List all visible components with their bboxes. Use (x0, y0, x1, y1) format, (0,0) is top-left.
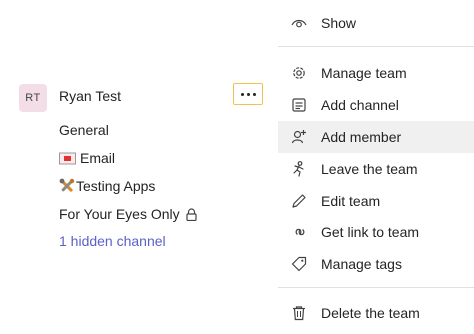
team-name[interactable]: Ryan Test (59, 88, 121, 104)
channel-label: General (59, 122, 109, 138)
gear-icon (290, 64, 308, 82)
more-options-icon (240, 92, 244, 96)
trash-icon (290, 304, 308, 322)
menu-item-label: Add channel (321, 97, 399, 113)
menu-item-add-member[interactable]: Add member (278, 121, 474, 153)
channel-label: Email (80, 150, 116, 166)
link-icon (290, 223, 308, 241)
menu-item-leave-team[interactable]: Leave the team (278, 153, 474, 185)
menu-item-show[interactable]: Show (278, 7, 474, 39)
hidden-channels-label: 1 hidden channel (59, 233, 166, 249)
channel-for-your-eyes-only[interactable]: For Your Eyes Only (59, 206, 197, 222)
menu-item-get-link[interactable]: Get link to team (278, 216, 474, 248)
channel-testing-apps[interactable]: Testing Apps (59, 178, 155, 194)
menu-item-label: Manage tags (321, 256, 402, 272)
menu-item-label: Add member (321, 129, 402, 145)
team-list-panel: RT Ryan Test General Email Testing Apps … (0, 0, 278, 334)
tools-channel-icon (59, 178, 75, 194)
add-person-icon (290, 128, 308, 146)
tag-icon (290, 255, 308, 273)
menu-item-label: Get link to team (321, 224, 420, 240)
channel-label: Testing Apps (76, 178, 156, 194)
channel-email[interactable]: Email (59, 150, 115, 166)
menu-divider (278, 287, 474, 288)
team-context-menu: Show Manage team Add channel Add member … (278, 0, 474, 334)
menu-item-label: Delete the team (321, 305, 420, 321)
more-options-button[interactable] (233, 83, 263, 105)
team-avatar[interactable]: RT (19, 84, 47, 112)
menu-item-label: Manage team (321, 65, 407, 81)
menu-divider (278, 46, 474, 47)
menu-item-label: Edit team (321, 193, 381, 209)
menu-item-manage-team[interactable]: Manage team (278, 57, 474, 89)
channel-general[interactable]: General (59, 122, 109, 138)
pencil-icon (290, 192, 308, 210)
menu-item-add-channel[interactable]: Add channel (278, 89, 474, 121)
menu-item-manage-tags[interactable]: Manage tags (278, 248, 474, 280)
menu-item-delete-team[interactable]: Delete the team (278, 297, 474, 329)
menu-item-label: Leave the team (321, 161, 418, 177)
leave-icon (290, 160, 308, 178)
lock-icon (186, 207, 197, 221)
menu-item-edit-team[interactable]: Edit team (278, 185, 474, 217)
eye-icon (290, 14, 308, 32)
hidden-channels-link[interactable]: 1 hidden channel (59, 233, 166, 249)
channel-label: For Your Eyes Only (59, 206, 180, 222)
menu-item-label: Show (321, 15, 357, 31)
add-channel-icon (290, 96, 308, 114)
email-channel-icon (59, 152, 76, 165)
